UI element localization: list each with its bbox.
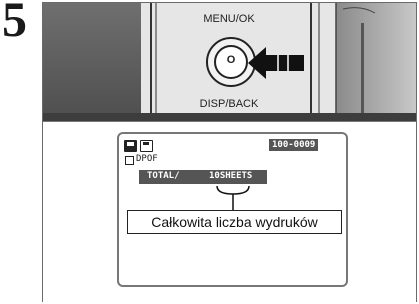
print-icon xyxy=(124,140,137,152)
menu-ok-label: MENU/OK xyxy=(203,13,255,25)
total-value: 10SHEETS xyxy=(209,171,253,181)
print-outline-icon xyxy=(140,140,153,152)
step-number: 5 xyxy=(2,0,27,47)
disp-back-label: DISP/BACK xyxy=(199,98,259,110)
total-prints-callout: Całkowita liczba wydruków xyxy=(127,210,342,234)
dpof-icon xyxy=(125,156,134,165)
press-arrow-icon xyxy=(248,47,304,79)
lcd-area: DPOF 100-0009 TOTAL/ 10SHEETS Całkowita … xyxy=(43,121,416,302)
callout-bracket xyxy=(216,185,250,210)
total-bar: TOTAL/ 10SHEETS xyxy=(139,170,267,184)
lcd-screen: DPOF 100-0009 TOTAL/ 10SHEETS Całkowita … xyxy=(117,132,348,287)
camera-back-panel: MENU/OK O DISP/BACK xyxy=(43,3,416,121)
camera-illustration: MENU/OK O DISP/BACK DPOF 100-0009 TOTAL/ xyxy=(42,2,417,302)
total-label: TOTAL/ xyxy=(147,171,180,181)
dpof-label: DPOF xyxy=(136,154,158,164)
frame-counter: 100-0009 xyxy=(269,139,319,151)
